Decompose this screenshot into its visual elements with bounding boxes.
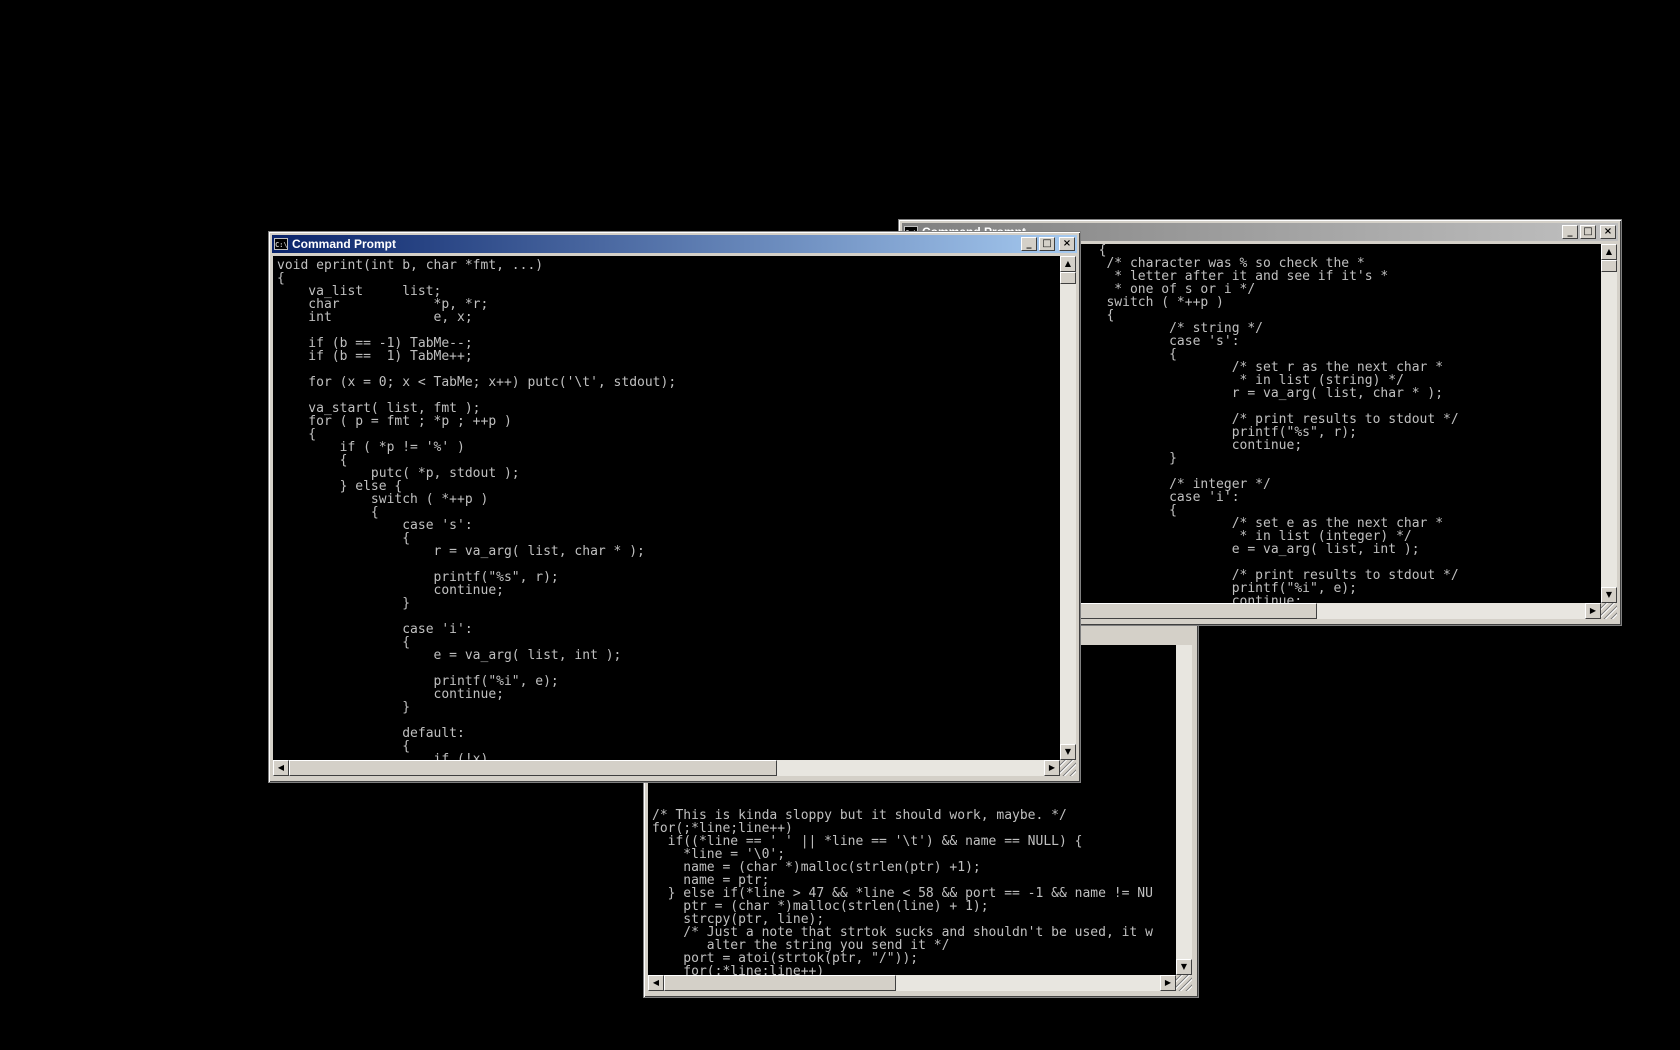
title-bar-main[interactable]: C:\ Command Prompt _ □ × [272,235,1077,253]
console-output-main[interactable]: void eprint(int b, char *fmt, ...) { va_… [273,256,1060,760]
scroll-right-button-right[interactable]: ▶ [1585,603,1601,619]
horizontal-scroll-thumb-main[interactable] [289,760,777,776]
horizontal-scroll-thumb-bottom[interactable] [664,975,896,991]
scroll-up-button-main[interactable]: ▲ [1060,256,1076,272]
scroll-down-button-bottom[interactable]: ▼ [1176,959,1192,975]
console-app-icon[interactable]: C:\ [274,238,288,250]
vertical-scroll-thumb-right[interactable] [1601,260,1617,272]
resize-grip-main[interactable] [1060,760,1076,776]
horizontal-scrollbar-main[interactable]: ◀ ▶ [273,760,1060,776]
close-icon[interactable]: × [1600,225,1616,239]
scroll-right-button-main[interactable]: ▶ [1044,760,1060,776]
scroll-left-button-bottom[interactable]: ◀ [648,975,664,991]
minimize-icon[interactable]: _ [1562,225,1578,239]
minimize-icon[interactable]: _ [1021,237,1037,251]
vertical-scrollbar-right[interactable]: ▲ ▼ [1601,244,1617,603]
scroll-up-button-right[interactable]: ▲ [1601,244,1617,260]
horizontal-scrollbar-bottom[interactable]: ◀ ▶ [648,975,1176,991]
close-icon[interactable]: × [1059,237,1075,251]
resize-grip-bottom[interactable] [1176,975,1192,991]
vertical-scrollbar-bottom[interactable]: ▼ [1176,645,1192,975]
scroll-down-button-main[interactable]: ▼ [1060,744,1076,760]
scroll-down-button-right[interactable]: ▼ [1601,587,1617,603]
scroll-left-button-main[interactable]: ◀ [273,760,289,776]
vertical-scrollbar-main[interactable]: ▲ ▼ [1060,256,1076,760]
maximize-icon[interactable]: □ [1039,237,1055,251]
window-title-main: Command Prompt [292,237,397,251]
console-code-main: void eprint(int b, char *fmt, ...) { va_… [277,258,677,760]
maximize-icon[interactable]: □ [1580,225,1596,239]
vertical-scroll-thumb-main[interactable] [1060,272,1076,284]
resize-grip-right[interactable] [1601,603,1617,619]
scroll-right-button-bottom[interactable]: ▶ [1160,975,1176,991]
command-prompt-window-main[interactable]: C:\ Command Prompt _ □ × void eprint(int … [268,231,1081,783]
